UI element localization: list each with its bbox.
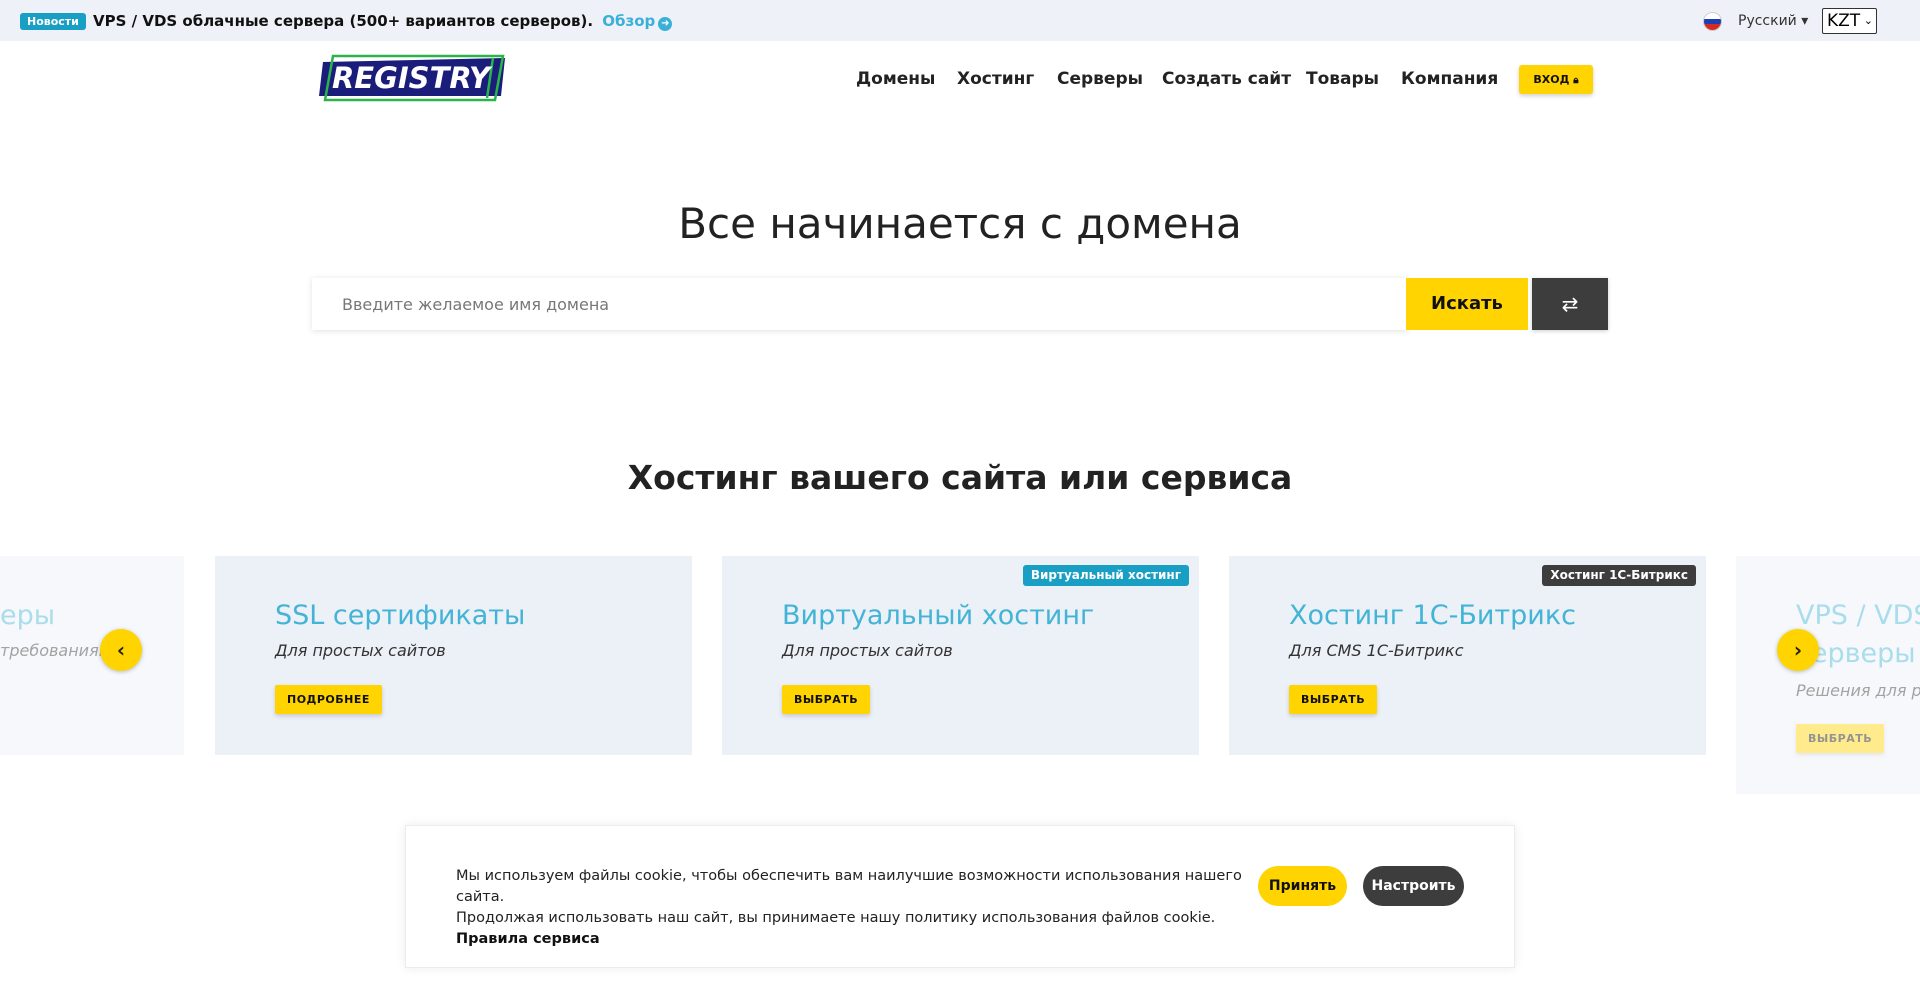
bulk-search-button[interactable]: ⇄ [1532,278,1608,330]
nav-item-servers[interactable]: Серверы [1057,66,1143,92]
service-rules-link[interactable]: Правила сервиса [456,929,1256,950]
russia-flag-icon [1703,12,1722,31]
nav-item-hosting[interactable]: Хостинг [957,66,1034,92]
news-bar: Новости VPS / VDS облачные сервера (500+… [0,0,1920,41]
main-nav: Домены Хостинг Серверы Создать сайт Това… [0,66,1920,92]
cookie-banner: Мы используем файлы cookie, чтобы обеспе… [405,825,1515,968]
search-button[interactable]: Искать [1406,278,1528,330]
news-overview-link[interactable]: Обзор ➜ [602,12,673,31]
login-button[interactable]: ВХОД 🔒︎ [1519,65,1593,94]
nav-item-company[interactable]: Компания [1401,66,1498,92]
carousel-prev-button[interactable]: ‹ [100,629,142,671]
card-title: SSL сертификаты [275,600,526,631]
card-tag: Виртуальный хостинг [1022,565,1189,586]
lock-icon: 🔒︎ [1573,75,1579,86]
cookie-text: Мы используем файлы cookie, чтобы обеспе… [456,866,1256,950]
swap-arrows-icon: ⇄ [1561,292,1579,316]
nav-item-products[interactable]: Товары [1306,66,1379,92]
hero-title: Все начинается с домена [678,199,1242,248]
card-subtitle: требованиям [0,641,111,660]
hosting-section-title: Хостинг вашего сайта или сервиса [627,458,1293,497]
nav-item-domains[interactable]: Домены [856,66,935,92]
card-title: Виртуальный хостинг [782,600,1095,631]
news-overview-label: Обзор [602,12,656,30]
card-subtitle: Решения для ра [1796,681,1920,700]
card-subtitle: Для простых сайтов [782,641,953,660]
card-title: еры [0,600,56,631]
currency-value: KZT [1827,11,1861,31]
card-subtitle: Для простых сайтов [275,641,446,660]
carousel-next-button[interactable]: › [1777,629,1819,671]
card-details-button[interactable]: ПОДРОБНЕЕ [275,685,382,714]
cookie-line-2: Продолжая использовать наш сайт, вы прин… [456,910,1216,926]
cookie-accept-button[interactable]: Принять [1258,866,1347,906]
hosting-card-vps-partial[interactable]: VPS / VDS серверы Решения для ра ВЫБРАТЬ [1736,556,1920,794]
chevron-down-icon: ⌄ [1863,14,1873,27]
card-title: VPS / VDS [1796,600,1920,631]
card-select-button[interactable]: ВЫБРАТЬ [1796,724,1885,753]
currency-select[interactable]: KZT ⌄ [1822,8,1877,34]
news-badge: Новости [20,13,86,30]
login-label: ВХОД [1533,73,1570,86]
arrow-right-circle-icon: ➜ [658,17,673,31]
news-text: VPS / VDS облачные сервера (500+ вариант… [93,11,673,31]
language-selector[interactable]: Русский ▾ [1738,11,1808,31]
hosting-card-virtual[interactable]: Виртуальный хостинг Виртуальный хостинг … [722,556,1199,755]
chevron-right-icon: › [1793,638,1803,662]
hosting-card-ssl[interactable]: SSL сертификаты Для простых сайтов ПОДРО… [215,556,692,755]
card-title: Хостинг 1С-Битрикс [1289,600,1576,631]
card-select-button[interactable]: ВЫБРАТЬ [1289,685,1378,714]
domain-search [312,278,1408,330]
hosting-card-servers-partial[interactable]: еры требованиям [0,556,184,755]
card-subtitle: Для CMS 1С-Битрикс [1289,641,1464,660]
cookie-configure-button[interactable]: Настроить [1363,866,1464,906]
domain-search-input[interactable] [312,278,1406,330]
chevron-left-icon: ‹ [116,638,126,662]
card-tag: Хостинг 1С-Битрикс [1542,565,1696,586]
nav-item-create-site[interactable]: Создать сайт [1162,66,1291,92]
card-select-button[interactable]: ВЫБРАТЬ [782,685,871,714]
news-headline: VPS / VDS облачные сервера (500+ вариант… [93,12,594,30]
hosting-card-bitrix[interactable]: Хостинг 1С-Битрикс Хостинг 1С-Битрикс Дл… [1229,556,1706,755]
cookie-line-1: Мы используем файлы cookie, чтобы обеспе… [456,868,1242,905]
